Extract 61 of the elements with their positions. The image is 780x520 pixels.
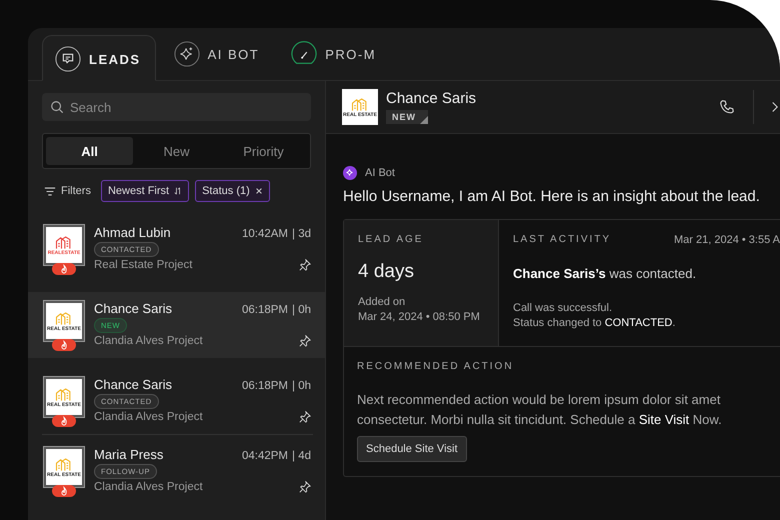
- lead-age-value: 4 days: [358, 261, 415, 283]
- segment-tab[interactable]: All: [46, 137, 133, 165]
- lead-age: | 4d: [292, 450, 311, 462]
- flame-badge-icon: [52, 339, 76, 351]
- activity-detail: Status changed to CONTACTED.: [513, 316, 676, 331]
- section-label: LEAD AGE: [358, 234, 424, 245]
- added-date: Mar 24, 2024 • 08:50 PM: [358, 310, 481, 325]
- pin-icon[interactable]: [299, 411, 311, 423]
- filters-button[interactable]: Filters: [42, 185, 95, 197]
- lead-name: Maria Press: [94, 447, 164, 462]
- flame-badge-icon: [52, 263, 76, 275]
- phone-icon[interactable]: [719, 99, 735, 115]
- chevron-right-icon[interactable]: [772, 101, 778, 113]
- chat-icon: [55, 46, 81, 72]
- segment-tab[interactable]: Priority: [220, 137, 307, 165]
- pin-icon[interactable]: [299, 481, 311, 493]
- project-name: Real Estate Project: [94, 259, 192, 271]
- project-name: Clandia Alves Project: [94, 411, 203, 423]
- filter-chip[interactable]: Status (1): [195, 180, 270, 202]
- lead-time: 04:42PM: [242, 450, 288, 462]
- recommendation-text: Next recommended action would be lorem ipsum dolor sit amet consectetur. Morbi nulla sit tincidunt. Schedule a Site Visit Now.: [357, 391, 723, 429]
- project-name: Clandia Alves Project: [94, 481, 203, 493]
- search-field[interactable]: Search: [42, 93, 311, 121]
- lead-time: 06:18PM: [242, 380, 288, 392]
- lead-name: Chance Saris: [94, 301, 174, 316]
- activity-headline: Chance Saris’s was contacted.: [513, 266, 698, 281]
- sort-icon: [174, 187, 182, 195]
- sparkle-icon: [174, 41, 200, 67]
- lead-time: 10:42AM: [242, 228, 288, 240]
- activity-date: Mar 21, 2024 • 3:55 A: [674, 234, 780, 246]
- segment-tab[interactable]: New: [133, 137, 220, 165]
- filter-chip[interactable]: Newest First: [100, 180, 190, 202]
- lead-name: Ahmad Lubin: [94, 225, 172, 240]
- lead-name: Chance Saris: [386, 90, 478, 107]
- project-name: Clandia Alves Project: [94, 335, 203, 347]
- section-label: RECOMMENDED ACTION: [357, 361, 514, 372]
- lead-name: Chance Saris: [94, 377, 174, 392]
- lead-age: | 3d: [292, 228, 311, 240]
- tab[interactable]: LEADS: [42, 35, 156, 81]
- bot-message: Hello Username, I am AI Bot. Here is an insight about the lead.: [343, 188, 761, 205]
- lead-age: | 0h: [292, 304, 311, 316]
- activity-detail: Call was successful.: [513, 301, 614, 316]
- status-dropdown[interactable]: NEW: [386, 110, 428, 124]
- lead-age: | 0h: [292, 380, 311, 392]
- lead-time: 06:18PM: [242, 304, 288, 316]
- close-icon: [254, 187, 263, 195]
- filter-icon: [44, 186, 56, 196]
- flame-badge-icon: [52, 415, 76, 427]
- section-label: LAST ACTIVITY: [513, 234, 612, 246]
- schedule-site-visit-button[interactable]: Schedule Site Visit: [357, 436, 467, 462]
- tab[interactable]: PRO-M: [279, 34, 390, 80]
- added-label: Added on: [358, 295, 406, 310]
- sparkle-avatar-icon: [343, 166, 357, 180]
- gauge-icon: [291, 41, 318, 67]
- search-icon: [50, 100, 64, 114]
- pin-icon[interactable]: [299, 259, 311, 271]
- tab[interactable]: AI BOT: [162, 34, 274, 80]
- pin-icon[interactable]: [299, 335, 311, 347]
- flame-badge-icon: [52, 485, 76, 497]
- bot-name: AI Bot: [365, 167, 395, 179]
- corner-triangle-icon: [420, 116, 428, 124]
